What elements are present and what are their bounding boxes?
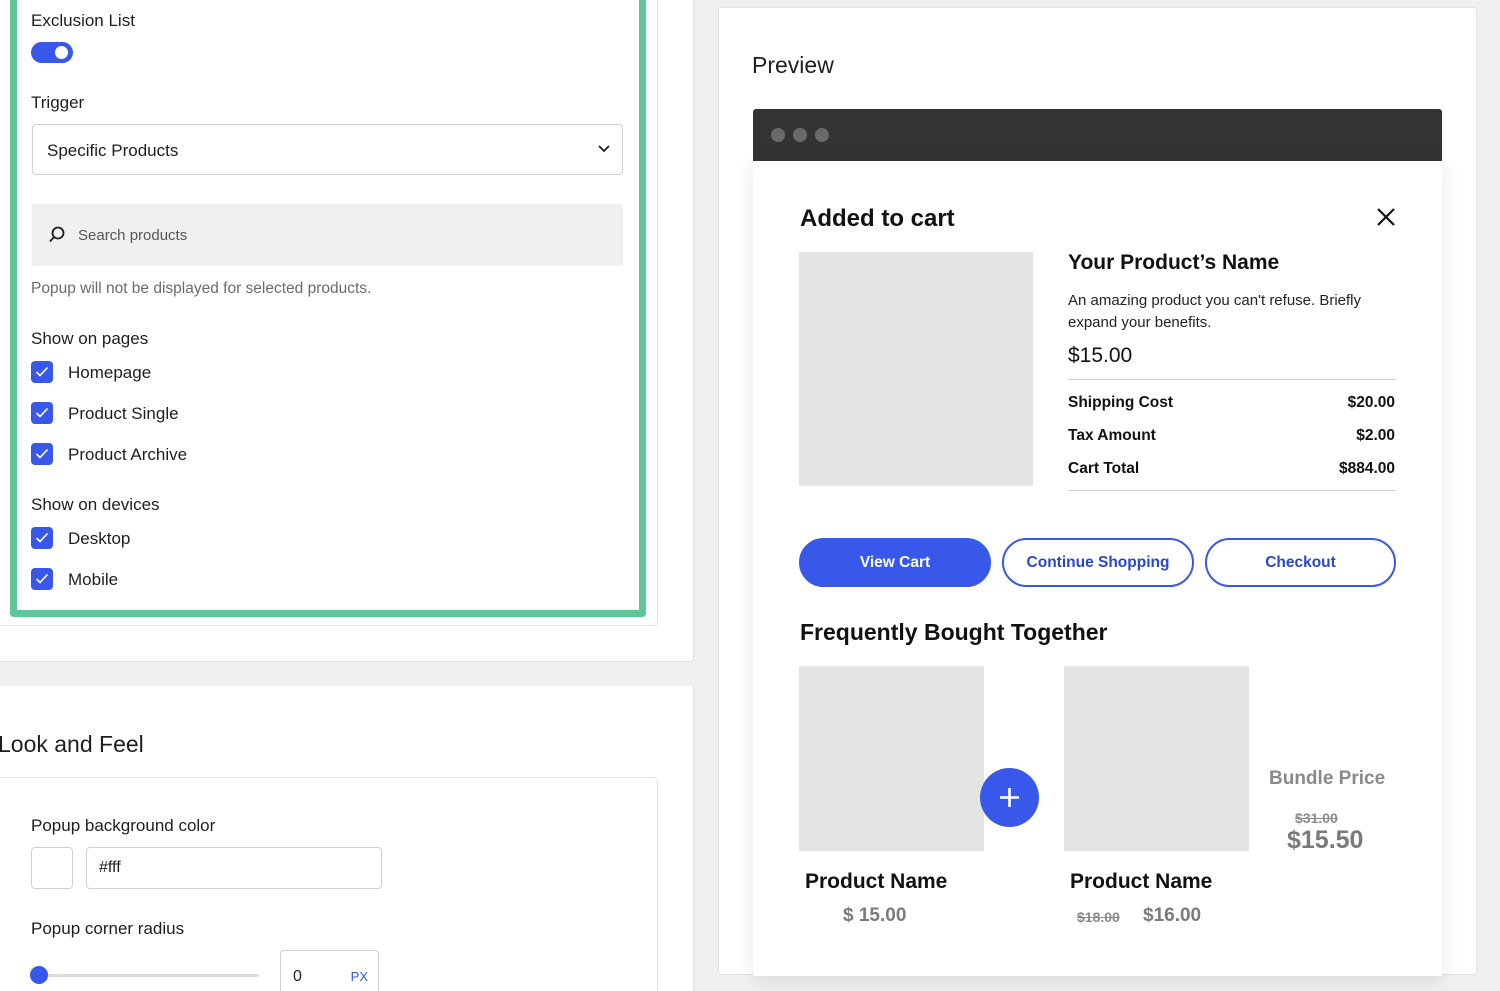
fbt-heading: Frequently Bought Together — [800, 619, 1108, 645]
show-on-devices-label: Show on devices — [31, 495, 160, 514]
fbt-product-image — [1064, 666, 1249, 851]
browser-bar — [753, 109, 1442, 161]
corner-radius-slider-track[interactable] — [39, 974, 259, 977]
divider — [1068, 490, 1396, 491]
window-dot — [815, 128, 829, 142]
view-cart-button[interactable]: View Cart — [799, 538, 991, 587]
fbt-product-name: Product Name — [1070, 870, 1213, 893]
corner-radius-slider-thumb[interactable] — [30, 966, 48, 984]
checkbox-label-desktop: Desktop — [68, 529, 131, 548]
fbt-product-image — [799, 666, 984, 851]
bundle-new-price: $15.50 — [1287, 826, 1364, 854]
trigger-label: Trigger — [31, 93, 85, 112]
search-placeholder: Search products — [78, 227, 188, 244]
divider — [1068, 379, 1396, 380]
check-icon — [35, 407, 49, 418]
color-swatch[interactable] — [31, 847, 73, 889]
window-dot — [793, 128, 807, 142]
bg-color-label: Popup background color — [31, 816, 216, 835]
bg-color-input[interactable]: #fff — [86, 847, 382, 889]
tax-amount-value: $2.00 — [1356, 427, 1395, 444]
product-description: An amazing product you can't refuse. Bri… — [1068, 292, 1362, 331]
checkbox-desktop[interactable] — [31, 527, 53, 549]
help-text: Popup will not be displayed for selected… — [31, 280, 372, 297]
look-and-feel-title: Look and Feel — [0, 731, 144, 757]
shipping-cost-label: Shipping Cost — [1068, 394, 1174, 411]
fbt-product-price: $16.00 — [1143, 905, 1202, 926]
continue-shopping-button[interactable]: Continue Shopping — [1002, 538, 1194, 587]
search-icon — [49, 226, 65, 243]
checkbox-homepage[interactable] — [31, 361, 53, 383]
cart-total-value: $884.00 — [1338, 460, 1395, 477]
bundle-old-price: $31.00 — [1295, 810, 1338, 826]
check-icon — [35, 573, 49, 584]
check-icon — [35, 532, 49, 543]
checkbox-label-homepage: Homepage — [68, 363, 152, 382]
checkout-button[interactable]: Checkout — [1205, 538, 1396, 587]
window-dot — [771, 128, 785, 142]
bundle-price-label: Bundle Price — [1269, 768, 1386, 789]
search-products-input[interactable]: Search products — [32, 204, 623, 266]
product-name: Your Product’s Name — [1068, 251, 1280, 274]
product-price: $15.00 — [1068, 344, 1133, 367]
corner-radius-unit: PX — [350, 969, 368, 984]
checkbox-product-single[interactable] — [31, 402, 53, 424]
exclusion-list-label: Exclusion List — [31, 11, 135, 30]
trigger-select-value: Specific Products — [47, 141, 179, 160]
product-image — [799, 252, 1033, 486]
fbt-product-price: $ 15.00 — [843, 905, 907, 926]
trigger-select[interactable]: Specific Products — [32, 124, 623, 175]
highlight-frame — [10, 0, 646, 617]
checkbox-label-product-archive: Product Archive — [68, 445, 188, 464]
preview-title: Preview — [752, 52, 834, 78]
tax-amount-label: Tax Amount — [1068, 427, 1156, 444]
exclusion-list-toggle[interactable] — [31, 42, 73, 63]
checkbox-label-product-single: Product Single — [68, 404, 179, 423]
show-on-pages-label: Show on pages — [31, 329, 149, 348]
check-icon — [35, 366, 49, 377]
corner-radius-input[interactable]: 0 PX — [280, 950, 379, 991]
corner-radius-value: 0 — [293, 968, 302, 985]
check-icon — [35, 448, 49, 459]
bg-color-value: #fff — [99, 859, 121, 876]
fbt-product-name: Product Name — [805, 870, 948, 893]
shipping-cost-value: $20.00 — [1347, 394, 1395, 411]
toggle-knob — [55, 46, 68, 59]
corner-radius-label: Popup corner radius — [31, 919, 185, 938]
chevron-down-icon — [598, 145, 610, 153]
checkbox-mobile[interactable] — [31, 568, 53, 590]
checkbox-product-archive[interactable] — [31, 443, 53, 465]
checkbox-label-mobile: Mobile — [68, 570, 119, 589]
popup-heading: Added to cart — [800, 205, 955, 232]
fbt-product-old-price: $18.00 — [1077, 909, 1120, 925]
cart-total-label: Cart Total — [1068, 460, 1140, 477]
plus-icon — [980, 768, 1039, 827]
close-icon[interactable] — [1375, 206, 1397, 228]
